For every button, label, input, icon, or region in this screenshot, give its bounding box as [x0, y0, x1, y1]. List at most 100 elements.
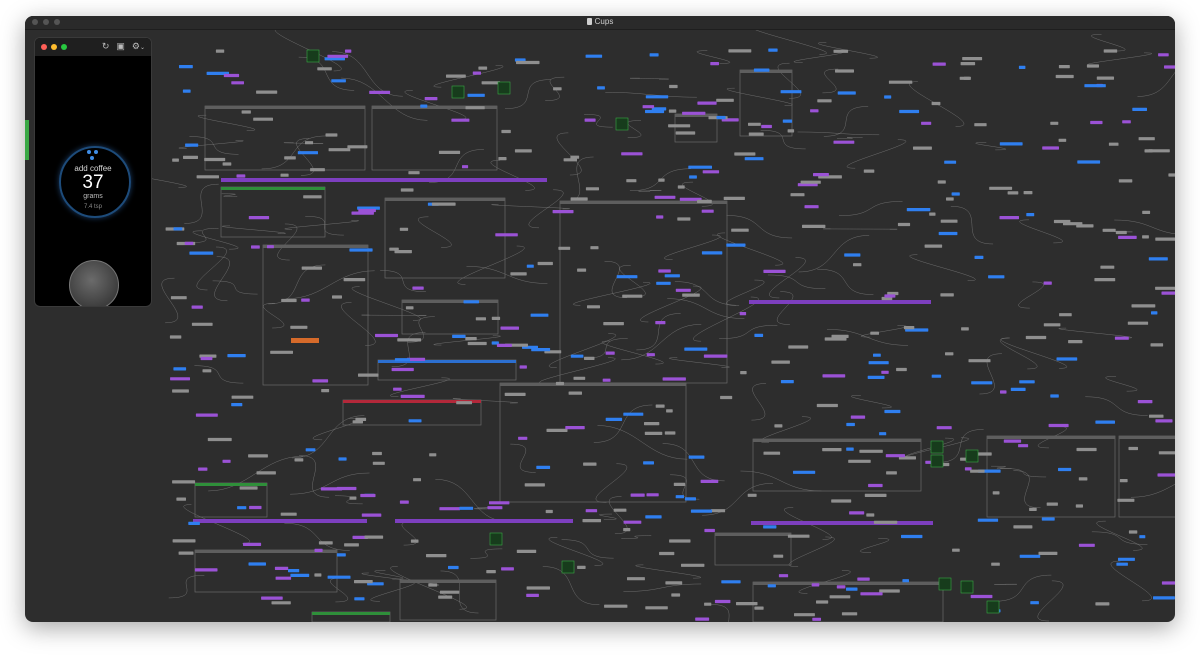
wire — [638, 190, 662, 192]
comment-bar — [291, 338, 319, 343]
wire — [197, 114, 256, 131]
patch-node — [1115, 230, 1127, 235]
patch-node — [1096, 76, 1114, 80]
patch-node — [822, 448, 842, 452]
patch-node — [565, 426, 585, 430]
patch-node — [1094, 278, 1116, 282]
patch-node — [666, 409, 673, 413]
patch-node — [659, 551, 675, 556]
refresh-icon[interactable]: ↻ — [102, 41, 110, 52]
patch-node — [846, 587, 858, 591]
patch-node — [817, 99, 832, 103]
wire — [1000, 337, 1038, 370]
wire — [599, 513, 617, 520]
patch-node — [675, 131, 696, 135]
patch-node — [426, 554, 447, 558]
patch-node — [361, 513, 382, 517]
patch-node — [516, 60, 540, 65]
patch-node — [763, 451, 781, 455]
patch-group-header — [500, 383, 686, 386]
patch-graph-canvas[interactable] — [25, 30, 1175, 622]
patch-node — [231, 81, 244, 85]
patch-node — [1161, 581, 1175, 585]
patch-node — [504, 392, 526, 396]
patch-node — [1068, 340, 1083, 344]
patch-node — [816, 600, 829, 604]
patch-node — [463, 300, 479, 304]
wire — [429, 149, 484, 183]
patch-group-header — [753, 439, 921, 442]
patch-node — [552, 210, 574, 214]
patch-node — [677, 185, 685, 189]
wire — [836, 137, 863, 139]
comment-bar — [751, 521, 933, 525]
patch-node — [627, 577, 645, 581]
patch-node — [338, 457, 347, 461]
patch-node — [731, 228, 749, 232]
patch-node — [748, 122, 761, 126]
wire — [563, 156, 594, 202]
patch-node — [921, 121, 932, 125]
patch-node — [1056, 357, 1078, 361]
patch-node — [897, 222, 911, 227]
record-icon[interactable]: ▣ — [116, 41, 125, 52]
patch-node — [850, 415, 866, 419]
chevron-down-icon[interactable]: ⌄ — [140, 45, 145, 51]
wire — [490, 160, 535, 191]
patch-node — [320, 487, 343, 491]
preview-close-button[interactable] — [41, 44, 47, 50]
patch-node — [944, 160, 957, 164]
patch-node — [658, 269, 671, 273]
patch-node — [1055, 74, 1074, 79]
patch-node — [884, 95, 892, 99]
wire — [194, 365, 244, 384]
wire — [719, 325, 778, 339]
patch-node — [248, 216, 270, 220]
wire — [909, 254, 976, 282]
preview-minimize-button[interactable] — [51, 44, 57, 50]
wire — [1091, 531, 1148, 545]
patch-node — [448, 565, 459, 570]
patch-node — [1046, 502, 1058, 506]
patch-node — [999, 216, 1019, 220]
patch-node — [853, 263, 862, 267]
patch-node — [358, 373, 379, 377]
settings-icon[interactable]: ⚙⌄ — [132, 41, 145, 52]
preview-zoom-button[interactable] — [61, 44, 67, 50]
patch-node — [344, 543, 359, 547]
patch-node — [837, 91, 856, 95]
patch-node — [662, 377, 686, 381]
patch-group-header — [400, 580, 496, 583]
patch-node — [176, 497, 186, 501]
patch-node — [310, 168, 325, 172]
add-coffee-knob[interactable] — [69, 260, 119, 306]
patch-node — [297, 151, 318, 155]
patch-node — [1077, 160, 1101, 164]
patch-node — [881, 370, 889, 374]
patch-node — [280, 173, 289, 177]
patch-node — [501, 567, 514, 571]
patch-node — [896, 367, 907, 372]
patch-node — [623, 528, 631, 532]
patch-node — [885, 454, 905, 458]
patch-node — [1132, 107, 1147, 111]
patch-group-header — [1119, 436, 1175, 439]
patch-node — [413, 478, 421, 482]
patch-node — [179, 65, 193, 69]
patch-node — [1148, 149, 1170, 153]
patch-node — [1050, 394, 1059, 398]
patch-node — [172, 480, 196, 484]
patch-node — [951, 192, 960, 196]
patch-node — [399, 227, 409, 231]
patch-node — [400, 394, 425, 398]
patch-node — [754, 606, 764, 610]
patch-node — [495, 233, 518, 237]
patch-node — [1100, 265, 1115, 269]
patch-node — [716, 98, 734, 102]
patch-node — [1041, 517, 1055, 521]
patch-node — [185, 143, 199, 147]
patch-group-header — [715, 533, 791, 536]
patch-group-header — [263, 245, 368, 248]
patch-node — [410, 539, 419, 543]
patch-node — [1086, 64, 1099, 68]
